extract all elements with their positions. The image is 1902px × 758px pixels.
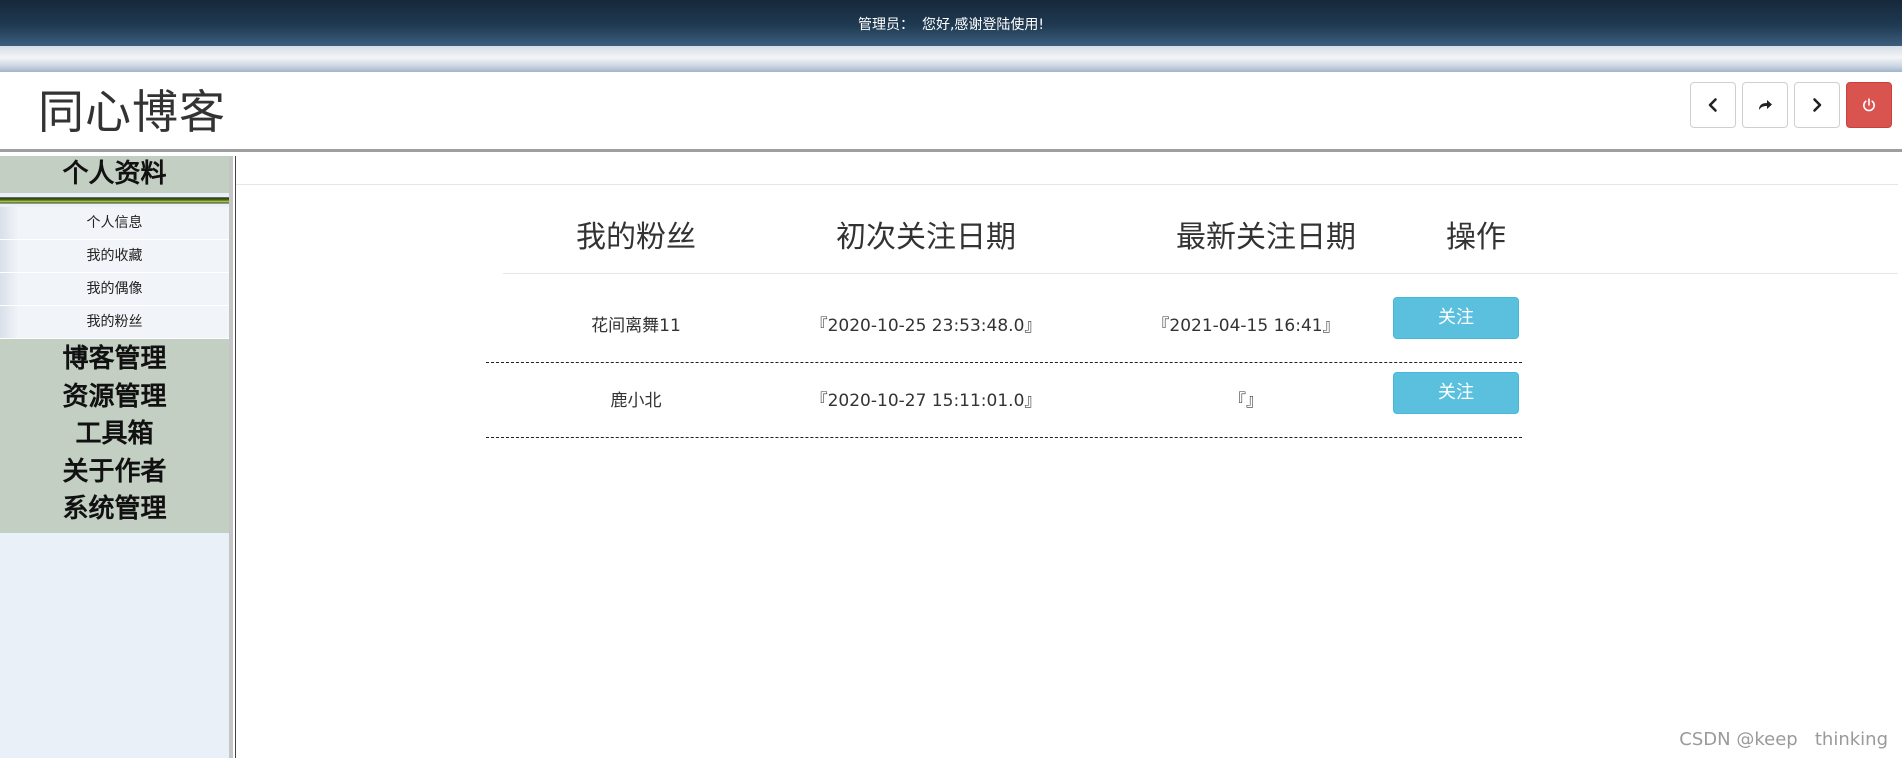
sidebar-item-system-management[interactable]: 系统管理 xyxy=(0,491,229,529)
sidebar-item-about-author[interactable]: 关于作者 xyxy=(0,454,229,492)
sidebar-divider xyxy=(0,193,229,207)
sidebar-item-resource-management[interactable]: 资源管理 xyxy=(0,379,229,417)
table-cell-first-date: 『2020-10-25 23:53:48.0』 xyxy=(810,316,1042,336)
welcome-text: 您好,感谢登陆使用! xyxy=(921,17,1045,33)
decorative-stripe xyxy=(0,46,1902,72)
sidebar: 个人资料 个人信息 我的收藏 我的偶像 我的粉丝 博客管理 资源管理 工具箱 关… xyxy=(0,156,233,758)
forward-button[interactable] xyxy=(1794,82,1840,128)
sidebar-main-menu: 博客管理 资源管理 工具箱 关于作者 系统管理 xyxy=(0,339,229,533)
table-header-divider xyxy=(503,273,1898,274)
sidebar-item-personal-info[interactable]: 个人信息 xyxy=(0,207,229,240)
content-top-divider xyxy=(236,184,1898,185)
table-cell-first-date: 『2020-10-27 15:11:01.0』 xyxy=(810,391,1042,411)
header-nav-buttons xyxy=(1690,82,1892,128)
column-header-latest-follow-date: 最新关注日期 xyxy=(1176,220,1356,255)
table-cell-fan: 花间离舞11 xyxy=(591,316,681,336)
share-arrow-icon xyxy=(1759,100,1772,110)
sidebar-item-toolbox[interactable]: 工具箱 xyxy=(0,416,229,454)
row-divider xyxy=(486,362,1522,363)
sidebar-item-my-favorites[interactable]: 我的收藏 xyxy=(0,240,229,273)
csdn-watermark: CSDN @keep thinking xyxy=(1679,729,1888,750)
sidebar-item-blog-management[interactable]: 博客管理 xyxy=(0,341,229,379)
chevron-right-icon xyxy=(1813,98,1822,112)
top-welcome-bar: 管理员： 您好,感谢登陆使用! xyxy=(0,0,1902,46)
power-icon xyxy=(1863,98,1875,112)
row-divider xyxy=(486,437,1522,438)
follow-button[interactable]: 关注 xyxy=(1393,297,1519,339)
back-button[interactable] xyxy=(1690,82,1736,128)
column-header-first-follow-date: 初次关注日期 xyxy=(836,220,1016,255)
sidebar-item-my-idols[interactable]: 我的偶像 xyxy=(0,273,229,306)
share-button[interactable] xyxy=(1742,82,1788,128)
header: 同心博客 xyxy=(0,72,1902,152)
chevron-left-icon xyxy=(1708,98,1717,112)
sidebar-item-my-fans[interactable]: 我的粉丝 xyxy=(0,306,229,339)
table-cell-latest-date: 『』 xyxy=(1229,391,1263,411)
admin-role-label: 管理员： xyxy=(857,17,914,33)
follow-button[interactable]: 关注 xyxy=(1393,372,1519,414)
main-content: 我的粉丝 初次关注日期 最新关注日期 操作 花间离舞11 『2020-10-25… xyxy=(235,156,1902,758)
logout-button[interactable] xyxy=(1846,82,1892,128)
column-header-fan: 我的粉丝 xyxy=(576,220,696,255)
sidebar-group-personal[interactable]: 个人资料 xyxy=(0,156,229,193)
table-cell-latest-date: 『2021-04-15 16:41』 xyxy=(1152,316,1340,336)
table-cell-fan: 鹿小北 xyxy=(610,391,662,411)
column-header-action: 操作 xyxy=(1446,220,1506,255)
site-title: 同心博客 xyxy=(38,85,226,139)
welcome-message: 管理员： 您好,感谢登陆使用! xyxy=(0,14,1902,34)
